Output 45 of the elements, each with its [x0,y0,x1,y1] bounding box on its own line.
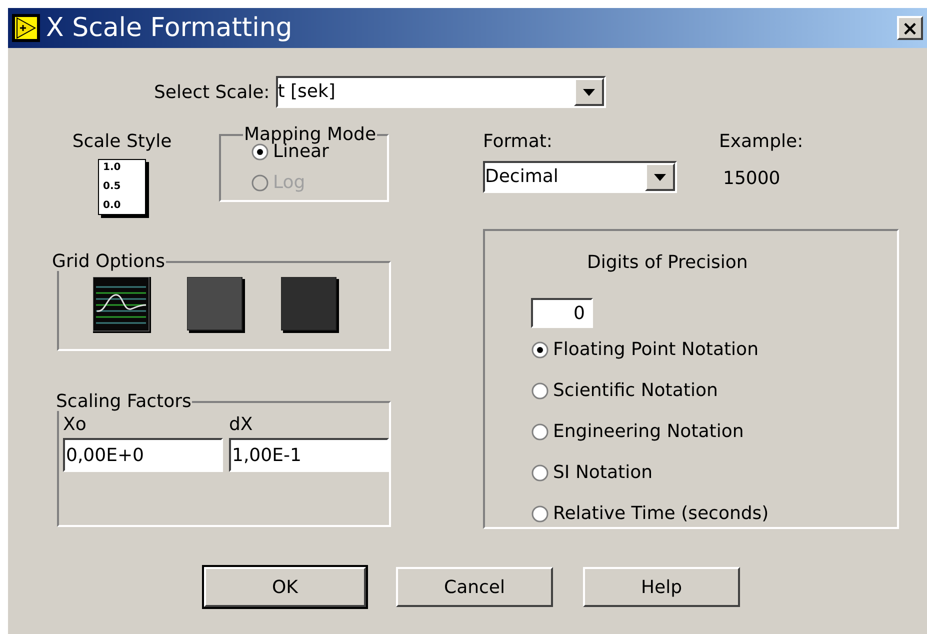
caret-icon [582,88,595,96]
dropdown-arrow-button[interactable] [574,78,604,106]
caret-icon [654,174,666,180]
close-button[interactable]: × [897,16,923,40]
radio-label: Relative Time (seconds) [553,502,769,526]
input-field[interactable]: 0,00E+0 [63,438,223,472]
grid-style-button[interactable] [187,277,245,333]
dialog-button[interactable]: OK [204,567,366,607]
dropdown-value: t [sek] [278,83,336,101]
field-label: dX [229,413,254,437]
select-scale-label: Select Scale: [154,80,270,104]
app-icon [12,14,40,42]
window-title: X Scale Formatting [46,12,294,44]
precision-title: Digits of Precision [587,251,749,275]
group-title: Scaling Factors [55,393,192,411]
radio-button[interactable] [531,422,549,440]
radio-button[interactable] [531,504,549,522]
radio-label: SI Notation [553,461,653,485]
dropdown-arrow-button[interactable] [645,163,675,191]
grid-lines-button[interactable] [93,277,151,333]
example-value: 15000 [723,167,782,191]
format-dropdown[interactable]: Decimal [483,161,677,193]
input-field[interactable]: 1,00E-1 [229,438,389,472]
example-label: Example: [719,130,804,154]
format-label: Format: [483,130,554,154]
radio-button[interactable] [531,464,549,482]
dialog-button[interactable]: Help [583,567,740,607]
tick-label: 1.0 [103,163,122,173]
group-title: Mapping Mode [243,126,378,144]
tick-label: 0.0 [103,201,122,211]
dropdown-value: Decimal [485,168,560,186]
scale-style-label: Scale Style [72,130,172,154]
radio-label: Floating Point Notation [553,338,758,362]
radio-button[interactable] [531,340,549,358]
scale-style-button[interactable]: 1.0 0.5 0.0 [98,159,146,215]
tick-label: 0.5 [103,182,122,192]
radio-label: Scientific Notation [553,379,718,403]
select-scale-dropdown[interactable]: t [sek] [276,76,606,108]
radio-label: Engineering Notation [553,420,744,444]
radio-button[interactable] [531,382,549,400]
dialog-button[interactable]: Cancel [396,567,553,607]
group-title: Grid Options [51,253,166,271]
precision-input[interactable]: 0 [531,298,593,328]
radio-button[interactable] [251,142,269,160]
field-label: Xo [63,413,88,437]
